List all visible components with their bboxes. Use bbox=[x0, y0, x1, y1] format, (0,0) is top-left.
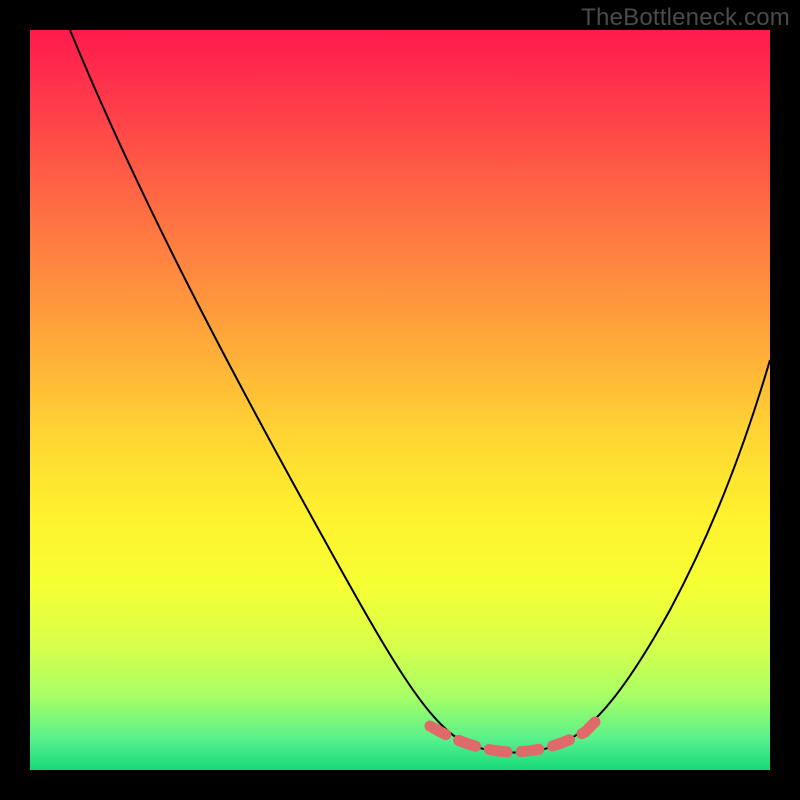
chart-svg bbox=[30, 30, 770, 770]
bottleneck-curve bbox=[70, 30, 770, 753]
chart-frame: TheBottleneck.com bbox=[0, 0, 800, 800]
optimal-range-dash bbox=[430, 722, 595, 752]
plot-area bbox=[30, 30, 770, 770]
watermark-text: TheBottleneck.com bbox=[581, 4, 790, 32]
